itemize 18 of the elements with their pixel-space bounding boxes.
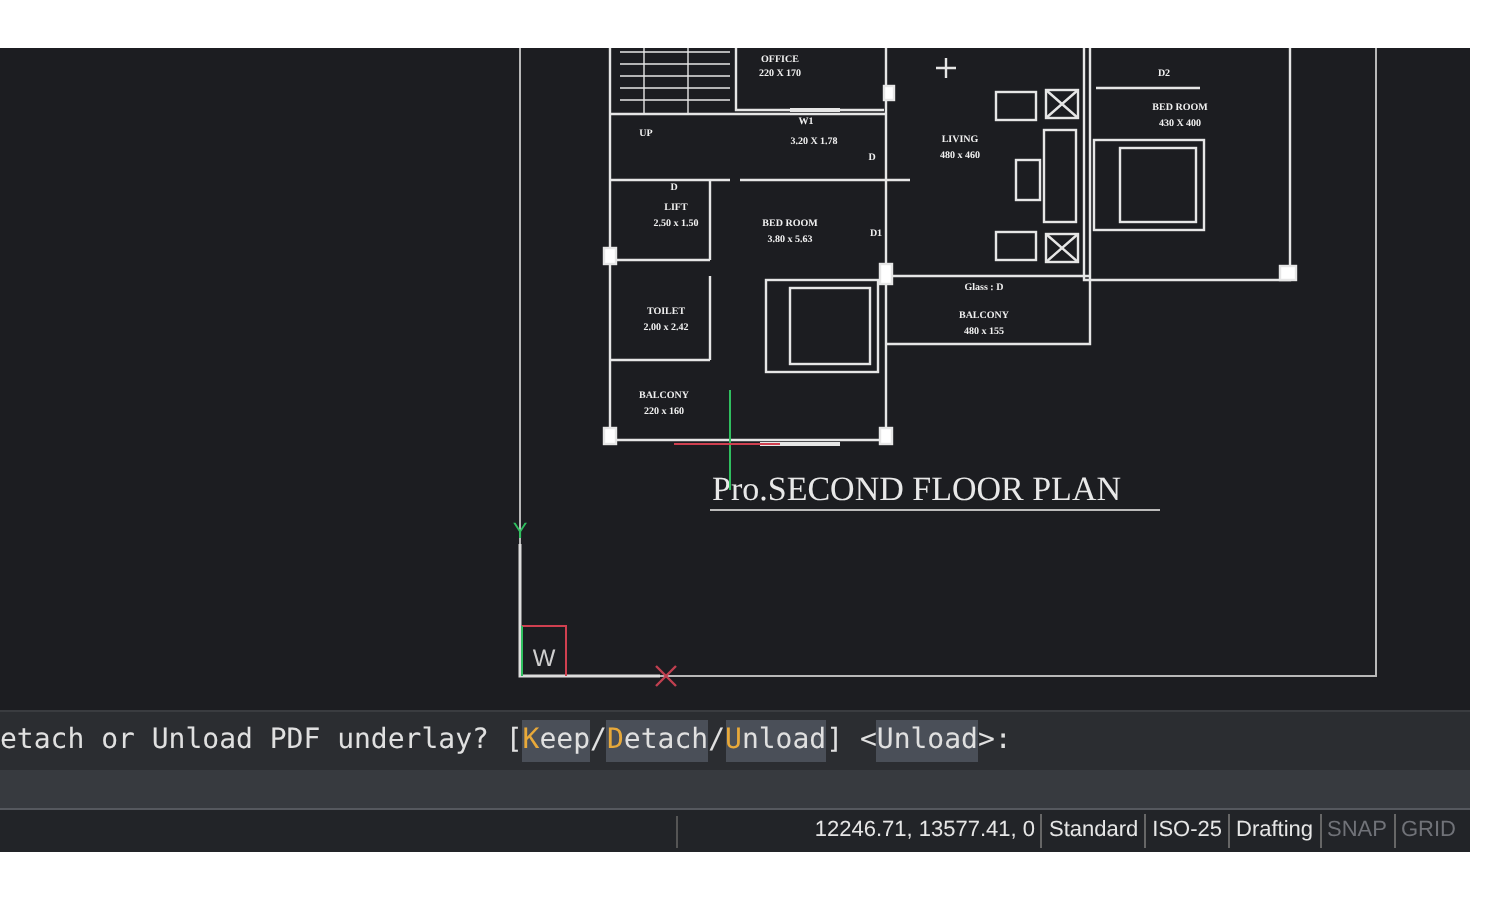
- status-toggle[interactable]: ISO-25: [1144, 814, 1228, 848]
- status-toggle[interactable]: Standard: [1040, 814, 1145, 848]
- prompt-text: >:: [977, 722, 1012, 760]
- prompt-text: etach or Unload PDF underlay? [: [0, 722, 523, 760]
- prompt-option[interactable]: Keep: [522, 720, 591, 762]
- prompt-default[interactable]: Unload: [876, 720, 978, 762]
- command-input[interactable]: [0, 770, 1470, 810]
- drawing-title: Pro.SECOND FLOOR PLAN: [712, 470, 1121, 508]
- coordinates-readout: 12246.71, 13577.41, 0: [812, 816, 1037, 847]
- status-toggle[interactable]: GRID: [1393, 814, 1462, 848]
- status-toggle[interactable]: SNAP: [1319, 814, 1393, 848]
- drawing-canvas[interactable]: [0, 48, 1470, 710]
- prompt-text: ] <: [826, 722, 877, 760]
- prompt-text: /: [590, 722, 607, 760]
- status-toggle[interactable]: Drafting: [1228, 814, 1320, 848]
- prompt-option[interactable]: Detach: [606, 720, 709, 762]
- prompt-text: /: [708, 722, 725, 760]
- prompt-option[interactable]: Unload: [725, 720, 827, 762]
